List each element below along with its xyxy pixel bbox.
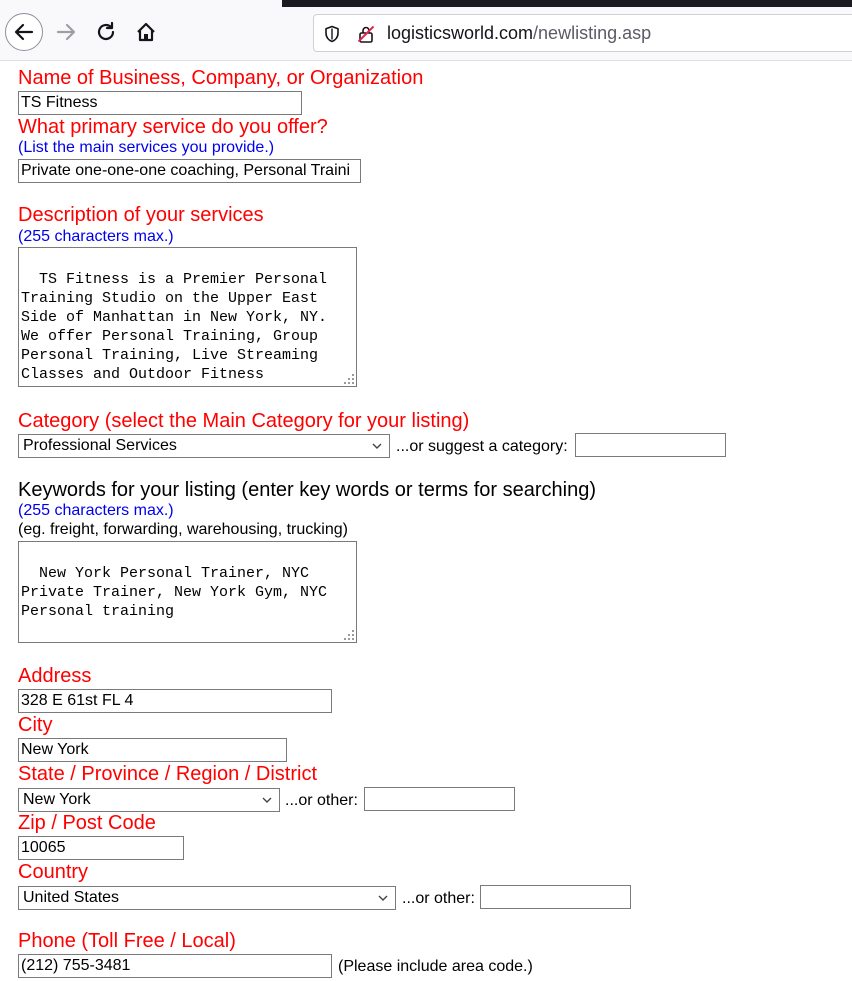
- keywords-label: Keywords for your listing (enter key wor…: [18, 479, 596, 501]
- suggest-category-input[interactable]: [575, 433, 726, 457]
- country-selected: United States: [23, 889, 120, 906]
- description-hint: (255 characters max.): [18, 228, 174, 245]
- keywords-text: New York Personal Trainer, NYC Private T…: [21, 565, 328, 620]
- keywords-hint: (255 characters max.): [18, 502, 174, 519]
- url-path: /newlisting.asp: [533, 23, 652, 43]
- description-text: TS Fitness is a Premier Personal Trainin…: [21, 271, 328, 386]
- forward-arrow-icon: [56, 23, 76, 41]
- city-label: City: [18, 714, 53, 736]
- home-icon: [137, 22, 155, 42]
- state-selected: New York: [23, 791, 91, 808]
- category-selected: Professional Services: [23, 437, 177, 454]
- primary-service-hint: (List the main services you provide.): [18, 139, 275, 156]
- business-name-input[interactable]: TS Fitness: [18, 91, 302, 115]
- country-other-label: ...or other:: [402, 890, 475, 907]
- url-text: logisticsworld.com/newlisting.asp: [387, 23, 651, 44]
- business-name-label: Name of Business, Company, or Organizati…: [18, 67, 424, 89]
- phone-label: Phone (Toll Free / Local): [18, 930, 236, 952]
- category-select[interactable]: Professional Services: [18, 434, 390, 458]
- primary-service-label: What primary service do you offer?: [18, 116, 328, 138]
- forward-button[interactable]: [47, 13, 85, 51]
- address-bar[interactable]: logisticsworld.com/newlisting.asp: [313, 14, 852, 52]
- primary-service-input[interactable]: Private one-one-one coaching, Personal T…: [18, 159, 361, 183]
- insecure-lock-icon[interactable]: [356, 24, 376, 44]
- state-label: State / Province / Region / District: [18, 763, 318, 785]
- keywords-textarea[interactable]: New York Personal Trainer, NYC Private T…: [18, 541, 357, 643]
- resize-grip-icon[interactable]: [344, 630, 354, 640]
- description-textarea[interactable]: TS Fitness is a Premier Personal Trainin…: [18, 247, 357, 387]
- shield-icon[interactable]: [322, 24, 342, 44]
- state-other-label: ...or other:: [285, 792, 358, 809]
- phone-note: (Please include area code.): [338, 958, 533, 975]
- country-other-input[interactable]: [480, 885, 631, 909]
- resize-grip-icon[interactable]: [344, 374, 354, 384]
- phone-input[interactable]: (212) 755-3481: [18, 954, 332, 978]
- chevron-down-icon: [372, 443, 382, 449]
- url-domain: logisticsworld.com: [387, 23, 534, 43]
- state-other-input[interactable]: [364, 787, 515, 811]
- address-input[interactable]: 328 E 61st FL 4: [18, 689, 332, 713]
- keywords-example: (eg. freight, forwarding, warehousing, t…: [18, 521, 348, 538]
- reload-icon: [97, 21, 115, 41]
- description-label: Description of your services: [18, 204, 264, 226]
- chevron-down-icon: [378, 895, 388, 901]
- city-input[interactable]: New York: [18, 738, 287, 762]
- state-select[interactable]: New York: [18, 788, 280, 812]
- country-select[interactable]: United States: [18, 886, 396, 910]
- chevron-down-icon: [262, 797, 272, 803]
- category-label: Category (select the Main Category for y…: [18, 410, 470, 432]
- zip-input[interactable]: 10065: [18, 836, 184, 860]
- browser-toolbar: logisticsworld.com/newlisting.asp: [0, 0, 852, 61]
- back-button[interactable]: [5, 13, 43, 51]
- zip-label: Zip / Post Code: [18, 812, 156, 834]
- address-label: Address: [18, 665, 92, 687]
- back-arrow-icon: [14, 23, 34, 41]
- country-label: Country: [18, 861, 89, 883]
- reload-button[interactable]: [87, 13, 125, 51]
- home-button[interactable]: [127, 13, 165, 51]
- suggest-category-label: ...or suggest a category:: [396, 438, 568, 455]
- tab-strip: [282, 0, 852, 7]
